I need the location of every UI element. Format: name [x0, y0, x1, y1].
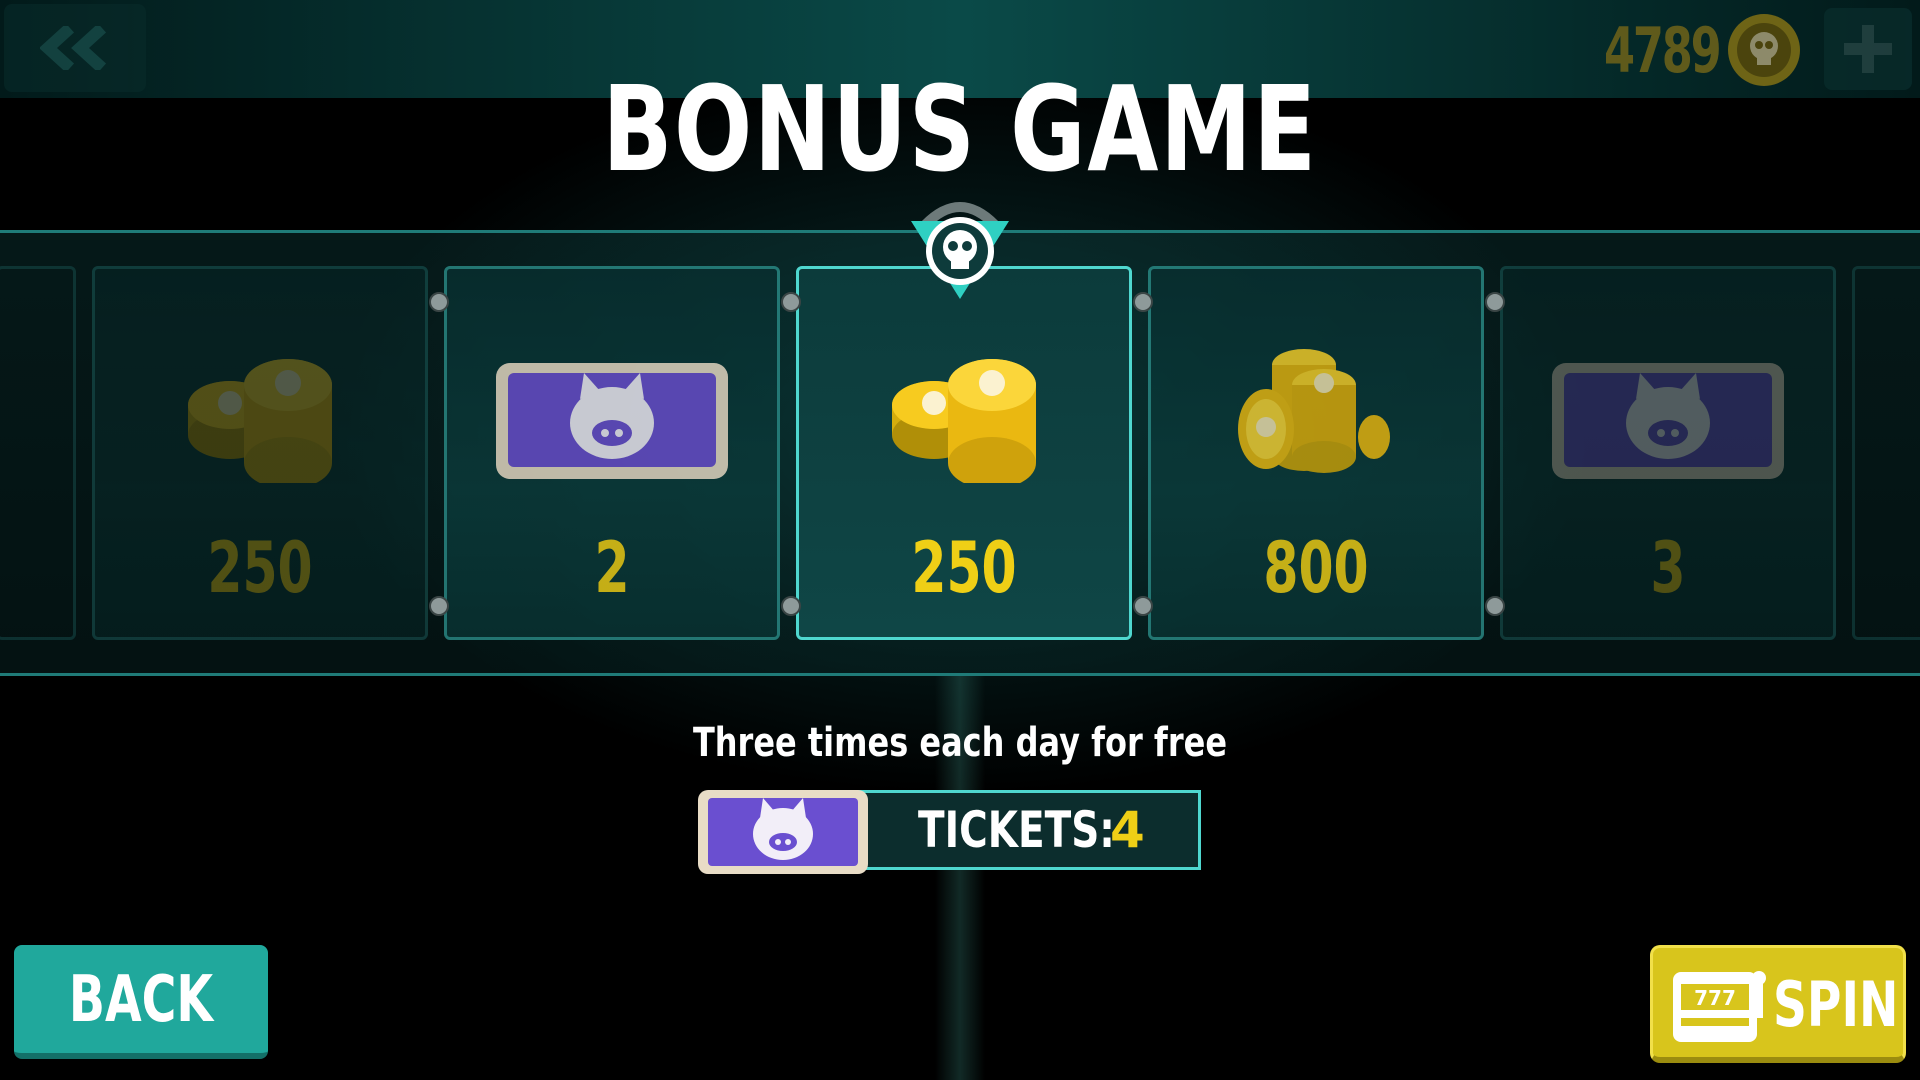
- coin-stack-icon: [188, 359, 332, 483]
- rivet: [429, 292, 449, 312]
- tickets-label: TICKETS:: [918, 801, 1115, 859]
- prize-card-edge-left: [0, 266, 76, 640]
- prize-card: 2: [444, 266, 780, 640]
- svg-text:777: 777: [1694, 986, 1736, 1010]
- rivet: [781, 596, 801, 616]
- rivet: [1485, 596, 1505, 616]
- prize-value: 3: [1650, 527, 1686, 609]
- skull-badge-icon: [911, 202, 1009, 299]
- coin-stack-icon: [892, 359, 1036, 483]
- tickets-count: 4: [1110, 801, 1145, 859]
- prize-value: 250: [207, 527, 313, 609]
- prize-card: 3: [1500, 266, 1836, 640]
- rivet: [1485, 292, 1505, 312]
- spin-button-label: SPIN: [1773, 968, 1899, 1041]
- prize-card-edge-right: [1852, 266, 1920, 640]
- coin-pile-icon: [1238, 349, 1390, 473]
- plus-icon: [1844, 25, 1892, 73]
- pig-ticket-icon: [698, 790, 868, 874]
- back-button[interactable]: BACK: [14, 945, 268, 1059]
- skull-coin-icon: [1728, 14, 1800, 86]
- prize-value: 800: [1263, 527, 1369, 609]
- rivet: [781, 292, 801, 312]
- top-back-button[interactable]: [4, 4, 146, 92]
- prize-card: 800: [1148, 266, 1484, 640]
- slot-machine-icon: 777: [1673, 971, 1766, 1042]
- prize-value: 2: [594, 527, 630, 609]
- double-chevron-left-icon: [40, 26, 107, 70]
- spin-button[interactable]: 777 SPIN: [1650, 945, 1906, 1063]
- back-button-label: BACK: [68, 963, 214, 1037]
- rivet: [429, 596, 449, 616]
- tickets-counter: TICKETS: 4: [855, 790, 1201, 870]
- prize-card-selected: 250: [796, 266, 1132, 640]
- pig-ticket-icon: [1552, 363, 1784, 479]
- rivet: [1133, 596, 1153, 616]
- prize-value: 250: [911, 527, 1017, 609]
- add-coins-button[interactable]: [1824, 8, 1912, 90]
- page-title: BONUS GAME: [602, 60, 1318, 198]
- pig-ticket-icon: [496, 363, 728, 479]
- free-spins-info: Three times each day for free: [692, 720, 1228, 766]
- prize-card: 250: [92, 266, 428, 640]
- rivet: [1133, 292, 1153, 312]
